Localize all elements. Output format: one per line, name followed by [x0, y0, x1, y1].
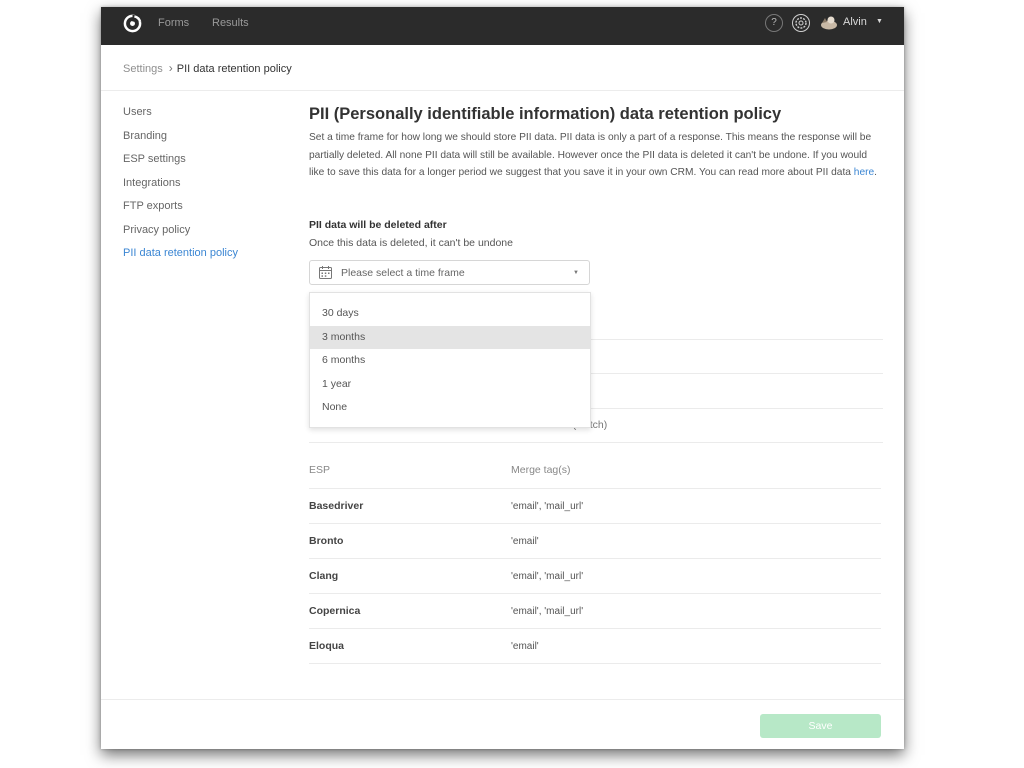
user-avatar[interactable]: [820, 14, 838, 30]
save-button[interactable]: Save: [760, 714, 881, 738]
table-row: Clang 'email', 'mail_url': [309, 559, 881, 594]
time-frame-dropdown: 30 days 3 months 6 months 1 year None: [309, 292, 591, 428]
description-text: Set a time frame for how long we should …: [309, 132, 872, 178]
settings-sidebar: Users Branding ESP settings Integrations…: [123, 105, 238, 270]
column-header-merge-tags: Merge tag(s): [511, 464, 571, 476]
option-1-year[interactable]: 1 year: [310, 373, 590, 397]
sidebar-item-users[interactable]: Users: [123, 105, 238, 129]
user-name[interactable]: Alvin: [843, 16, 867, 28]
description-end: .: [874, 167, 878, 178]
sidebar-item-ftp-exports[interactable]: FTP exports: [123, 199, 238, 223]
time-frame-select[interactable]: Please select a time frame ▼: [309, 260, 590, 285]
retention-warning: Once this data is deleted, it can't be u…: [309, 237, 513, 249]
user-menu-caret-icon[interactable]: ▼: [876, 18, 883, 25]
breadcrumb-current: PII data retention policy: [176, 63, 292, 75]
breadcrumb: Settings › PII data retention policy: [123, 61, 292, 75]
top-navigation-bar: Forms Results ? Alvin ▼: [101, 7, 904, 45]
table-header: ESP Merge tag(s): [309, 452, 881, 489]
settings-gear-icon[interactable]: [791, 13, 811, 33]
nav-results-link[interactable]: Results: [212, 17, 249, 29]
calendar-icon: [319, 266, 332, 279]
esp-merge-tags: 'email': [511, 536, 539, 547]
nav-forms-link[interactable]: Forms: [158, 17, 189, 29]
table-row: Basedriver 'email', 'mail_url': [309, 489, 881, 524]
chevron-down-icon: ▼: [573, 270, 579, 276]
page-description: Set a time frame for how long we should …: [309, 129, 879, 182]
breadcrumb-settings-link[interactable]: Settings: [123, 63, 163, 75]
esp-merge-tags: 'email', 'mail_url': [511, 501, 584, 512]
option-6-months[interactable]: 6 months: [310, 349, 590, 373]
esp-name: Clang: [309, 570, 339, 582]
table-row: Copernica 'email', 'mail_url': [309, 594, 881, 629]
table-row: Eloqua 'email': [309, 629, 881, 664]
app-logo-icon[interactable]: [123, 14, 142, 33]
sidebar-item-privacy-policy[interactable]: Privacy policy: [123, 223, 238, 247]
option-30-days[interactable]: 30 days: [310, 302, 590, 326]
esp-name: Bronto: [309, 535, 344, 547]
sidebar-item-esp-settings[interactable]: ESP settings: [123, 152, 238, 176]
pii-info-link[interactable]: here: [854, 167, 874, 178]
retention-label: PII data will be deleted after: [309, 219, 447, 231]
esp-name: Copernica: [309, 605, 361, 617]
option-3-months[interactable]: 3 months: [310, 325, 590, 349]
page-title: PII (Personally identifiable information…: [309, 105, 782, 123]
main-content: PII (Personally identifiable information…: [309, 103, 879, 182]
help-icon[interactable]: ?: [765, 14, 783, 32]
esp-name: Eloqua: [309, 640, 345, 652]
esp-merge-tags: 'email', 'mail_url': [511, 571, 584, 582]
breadcrumb-separator-icon: ›: [168, 61, 173, 75]
esp-name: Basedriver: [309, 500, 364, 512]
esp-merge-tags: 'email', 'mail_url': [511, 606, 584, 617]
header-divider: [101, 90, 904, 91]
hidden-table-divider: [309, 442, 883, 443]
column-header-esp: ESP: [309, 464, 331, 476]
esp-merge-tags-table: ESP Merge tag(s) Basedriver 'email', 'ma…: [309, 452, 881, 664]
sidebar-item-branding[interactable]: Branding: [123, 129, 238, 153]
select-placeholder: Please select a time frame: [341, 267, 465, 279]
sidebar-item-pii-data-retention-policy[interactable]: PII data retention policy: [123, 246, 238, 270]
app-window: Forms Results ? Alvin ▼ Settings › PII dat…: [101, 7, 904, 749]
esp-merge-tags: 'email': [511, 641, 539, 652]
footer-divider: [101, 699, 904, 700]
sidebar-item-integrations[interactable]: Integrations: [123, 176, 238, 200]
table-row: Bronto 'email': [309, 524, 881, 559]
option-none[interactable]: None: [310, 396, 590, 420]
